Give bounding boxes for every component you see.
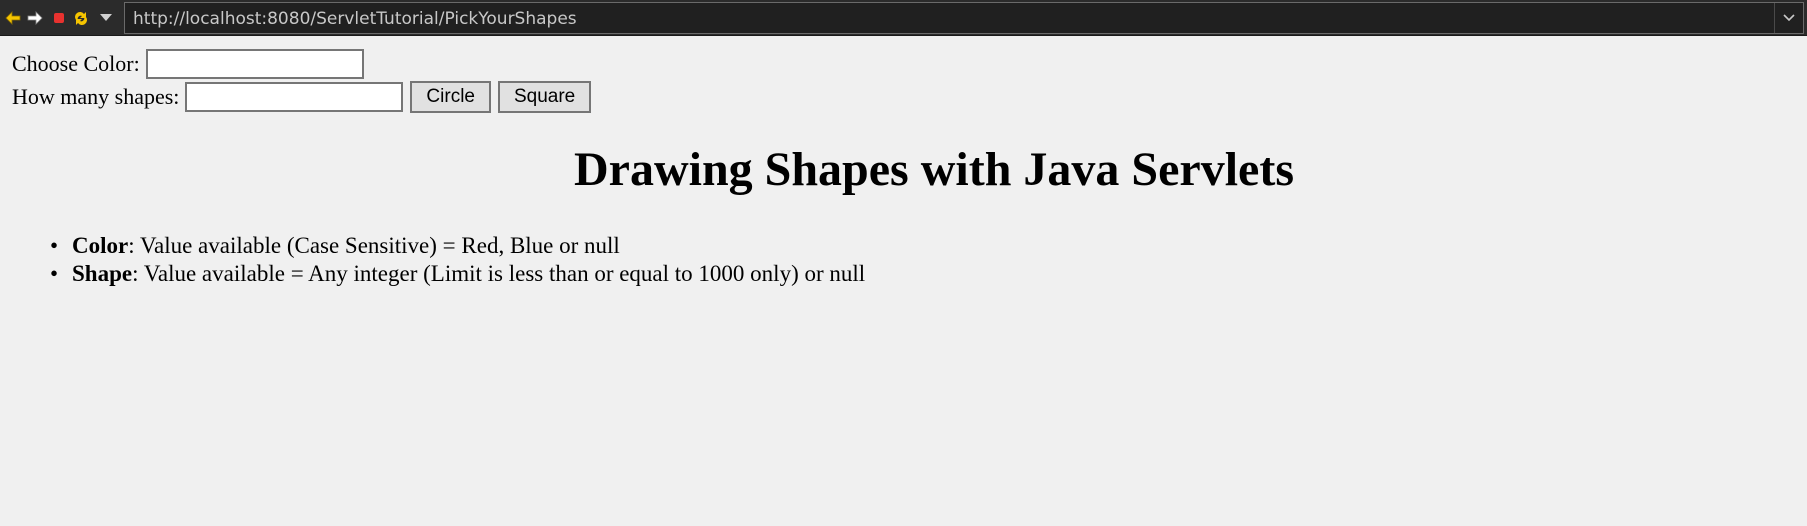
- square-button[interactable]: Square: [497, 81, 592, 113]
- url-dropdown-button[interactable]: [1774, 3, 1803, 33]
- list-item-desc: : Value available = Any integer (Limit i…: [132, 261, 866, 286]
- forward-button[interactable]: [26, 8, 44, 28]
- color-row: Choose Color:: [12, 48, 364, 80]
- stop-button[interactable]: [50, 8, 68, 28]
- url-text[interactable]: http://localhost:8080/ServletTutorial/Pi…: [133, 9, 577, 29]
- forward-arrow-icon: [27, 11, 43, 25]
- count-label: How many shapes:: [12, 84, 180, 109]
- count-row: How many shapes: Circle Square: [12, 81, 592, 113]
- url-dropdown-icon: [1783, 14, 1795, 22]
- info-list: Color: Value available (Case Sensitive) …: [50, 232, 865, 288]
- circle-button[interactable]: Circle: [410, 81, 491, 113]
- list-item-desc: : Value available (Case Sensitive) = Red…: [128, 233, 620, 258]
- browser-toolbar: http://localhost:8080/ServletTutorial/Pi…: [0, 0, 1807, 36]
- page-title: Drawing Shapes with Java Servlets: [573, 143, 1295, 196]
- stop-icon: [54, 13, 64, 23]
- count-input[interactable]: [185, 82, 404, 112]
- list-item: Color: Value available (Case Sensitive) …: [50, 232, 865, 260]
- back-button[interactable]: [4, 8, 22, 28]
- menu-dropdown-icon: [100, 14, 112, 21]
- color-input[interactable]: [145, 49, 364, 79]
- list-item-term: Color: [72, 233, 129, 258]
- menu-dropdown-button[interactable]: [97, 8, 115, 28]
- list-item: Shape: Value available = Any integer (Li…: [50, 260, 865, 288]
- back-arrow-icon: [5, 11, 21, 25]
- page-content: Choose Color: How many shapes: Circle Sq…: [0, 36, 1807, 526]
- color-label: Choose Color:: [12, 51, 140, 76]
- list-item-term: Shape: [72, 261, 133, 286]
- refresh-icon: [75, 12, 87, 25]
- address-bar[interactable]: http://localhost:8080/ServletTutorial/Pi…: [124, 2, 1804, 34]
- refresh-button[interactable]: [72, 8, 90, 28]
